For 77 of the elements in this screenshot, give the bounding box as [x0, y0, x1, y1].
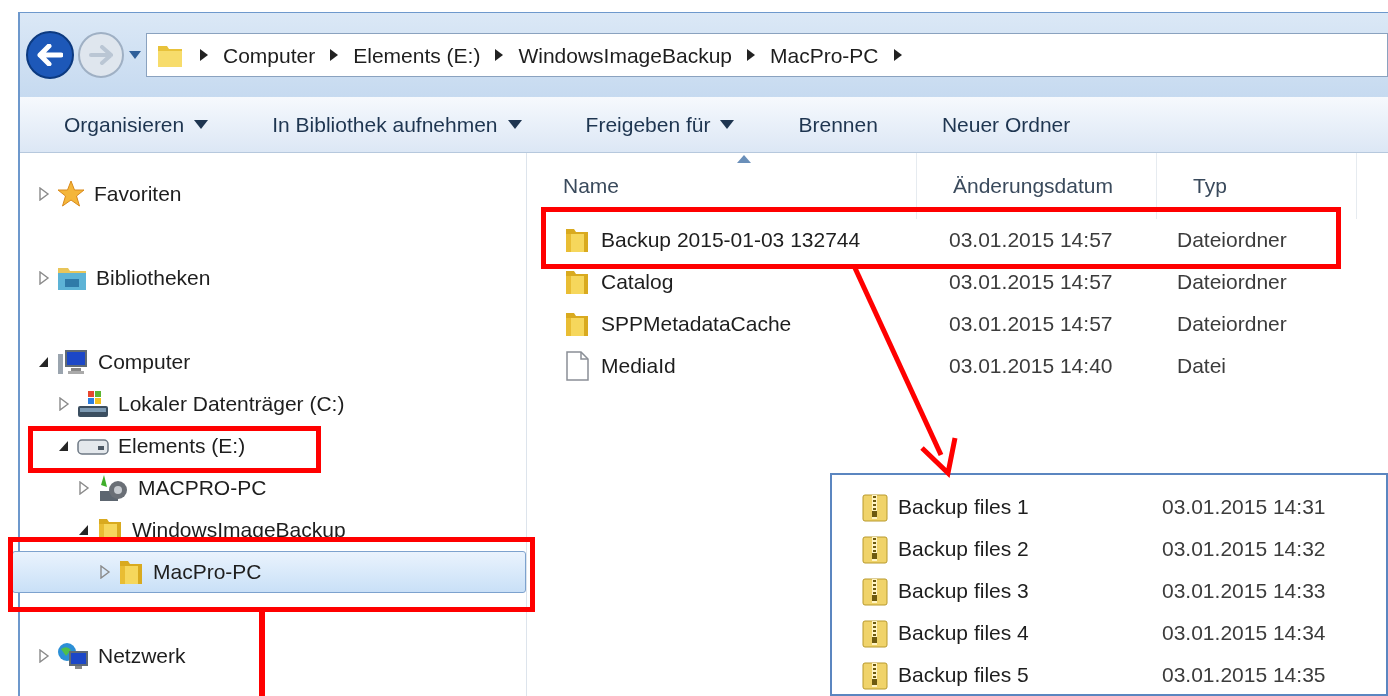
tree-item[interactable]: MACPRO-PC: [20, 467, 526, 509]
file-name[interactable]: Catalog: [527, 266, 917, 298]
compressed-folder-icon: [860, 659, 890, 691]
chevron-right-icon: [494, 48, 505, 62]
collapsed-arrow-icon: [78, 481, 90, 495]
file-name[interactable]: SPPMetadataCache: [527, 308, 917, 340]
tree-item[interactable]: Computer: [20, 341, 526, 383]
sort-ascending-icon: [737, 155, 751, 163]
tree-item[interactable]: Elements (E:): [20, 425, 526, 467]
file-type: Dateiordner: [1176, 227, 1288, 254]
chevron-right-icon: [199, 48, 209, 62]
breadcrumb-item[interactable]: MacPro-PC: [770, 44, 879, 66]
column-header[interactable]: Name: [527, 153, 917, 219]
dropdown-caret-icon: [194, 120, 209, 129]
modified-date: 03.01.2015 14:35: [1162, 662, 1326, 689]
collapsed-arrow-icon: [99, 565, 111, 579]
file-name[interactable]: Backup files 2: [832, 533, 1162, 565]
toolbar-button[interactable]: Organisieren: [54, 104, 219, 145]
history-dropdown-icon[interactable]: [128, 50, 142, 60]
expanded-arrow-icon: [78, 523, 90, 537]
collapsed-arrow-icon: [58, 397, 70, 411]
tree-item[interactable]: WindowsImageBackup: [20, 509, 526, 551]
file-type: Dateiordner: [1176, 311, 1288, 338]
toolbar-button[interactable]: Freigeben für: [575, 104, 745, 145]
dropdown-caret-icon: [720, 120, 735, 129]
tree-item[interactable]: Favoriten: [20, 173, 526, 215]
modified-date: 03.01.2015 14:31: [1162, 494, 1326, 521]
expanded-arrow-icon: [38, 355, 50, 369]
computer-icon: [56, 348, 90, 376]
file-type: Dateiordner: [1176, 269, 1288, 296]
toolbar-button[interactable]: In Bibliothek aufnehmen: [262, 104, 532, 145]
chevron-right-icon: [746, 48, 756, 62]
modified-date: 03.01.2015 14:32: [1162, 536, 1326, 563]
tree-item[interactable]: Lokaler Datenträger (C:): [20, 383, 526, 425]
file-type: Datei: [1176, 353, 1228, 380]
tree-item[interactable]: MacPro-PC: [12, 551, 526, 593]
address-bar[interactable]: Computer Elements (E:) WindowsImageBackup MacPro-PC: [146, 33, 1388, 77]
toolbar-button[interactable]: Neuer Ordner: [931, 104, 1081, 145]
file-name[interactable]: Backup files 4: [832, 617, 1162, 649]
modified-date: 03.01.2015 14:34: [1162, 620, 1326, 647]
file-name[interactable]: Backup files 5: [832, 659, 1162, 691]
modified-date: 03.01.2015 14:57: [948, 227, 1114, 254]
modified-date: 03.01.2015 14:57: [948, 311, 1114, 338]
breadcrumb-item[interactable]: Elements (E:): [353, 44, 481, 66]
file-name[interactable]: Backup files 3: [832, 575, 1162, 607]
collapsed-arrow-icon: [38, 649, 50, 663]
breadcrumb-item[interactable]: Computer: [223, 44, 316, 66]
chevron-right-icon: [892, 48, 903, 62]
back-button[interactable]: [26, 31, 74, 79]
collapsed-arrow-icon: [38, 187, 50, 201]
modified-date: 03.01.2015 14:57: [948, 269, 1114, 296]
breadcrumb-item[interactable]: WindowsImageBackup: [518, 44, 732, 66]
toolbar-button[interactable]: Brennen: [788, 104, 888, 145]
column-header[interactable]: Typ: [1157, 153, 1357, 219]
compressed-folder-icon: [860, 533, 890, 565]
forward-arrow-icon: [89, 45, 113, 65]
compressed-folder-icon: [860, 491, 890, 523]
system-drive-icon: [76, 389, 110, 419]
expanded-arrow-icon: [58, 439, 70, 453]
file-name[interactable]: MediaId: [527, 350, 917, 382]
back-arrow-icon: [37, 44, 63, 66]
file-icon: [563, 350, 591, 382]
star-icon: [56, 179, 86, 209]
network-icon: [56, 641, 90, 671]
dropdown-caret-icon: [507, 120, 522, 129]
modified-date: 03.01.2015 14:40: [948, 353, 1114, 380]
column-header[interactable]: Änderungsdatum: [917, 153, 1157, 219]
chevron-right-icon: [329, 48, 340, 62]
tree-item[interactable]: Netzwerk: [20, 635, 526, 677]
file-name[interactable]: Backup 2015-01-03 132744: [527, 224, 917, 256]
collapsed-arrow-icon: [38, 271, 50, 285]
compressed-folder-icon: [860, 575, 890, 607]
modified-date: 03.01.2015 14:33: [1162, 578, 1326, 605]
drive-icon: [76, 436, 110, 456]
tree-item[interactable]: Bibliotheken: [20, 257, 526, 299]
file-name[interactable]: Backup files 1: [832, 491, 1162, 523]
compressed-folder-icon: [860, 617, 890, 649]
